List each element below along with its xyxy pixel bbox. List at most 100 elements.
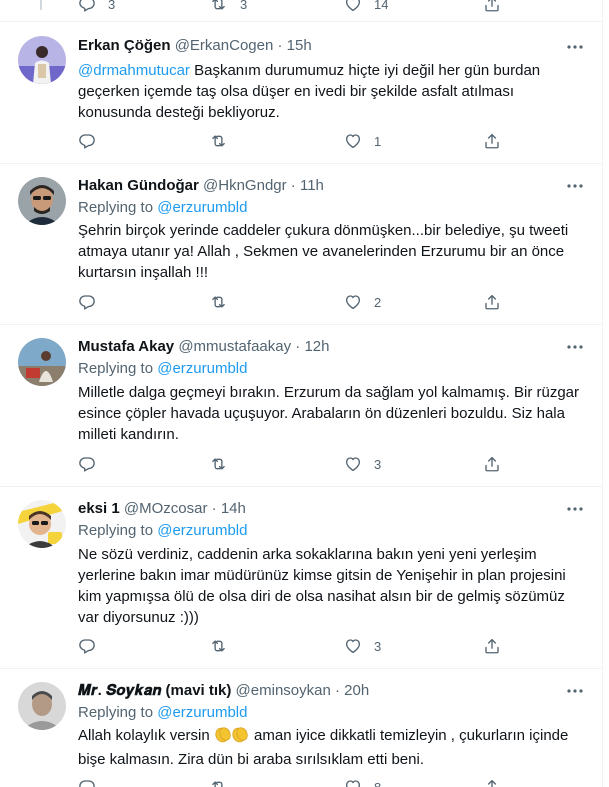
reply-icon bbox=[79, 639, 95, 654]
user-handle[interactable]: @mmustafaakay bbox=[178, 338, 291, 355]
share-icon bbox=[487, 779, 497, 787]
display-name[interactable]: 𝑴𝒓. 𝑺𝒐𝒚𝒌𝒂𝒏 (mavi tık) bbox=[78, 682, 231, 699]
like-button[interactable]: 3 bbox=[344, 454, 381, 474]
separator-dot: · bbox=[335, 682, 340, 699]
avatar[interactable] bbox=[18, 338, 66, 386]
more-button[interactable] bbox=[566, 338, 584, 356]
more-icon bbox=[567, 507, 583, 511]
like-button[interactable]: 3 bbox=[344, 636, 381, 656]
share-button[interactable] bbox=[483, 131, 501, 151]
retweet-icon bbox=[212, 296, 225, 308]
display-name[interactable]: Hakan Gündoğar bbox=[78, 177, 199, 194]
tweet-text: Şehrin birçok yerinde caddeler çukura dö… bbox=[78, 222, 569, 281]
avatar[interactable] bbox=[18, 177, 66, 225]
reply-button[interactable] bbox=[78, 292, 108, 312]
share-icon bbox=[485, 294, 499, 310]
display-name[interactable]: eksi 1 bbox=[78, 500, 120, 517]
replying-to-link[interactable]: @erzurumbld bbox=[157, 704, 247, 721]
replying-to-link[interactable]: @erzurumbld bbox=[157, 360, 247, 377]
more-button[interactable] bbox=[566, 500, 584, 518]
user-handle[interactable]: @MOzcosar bbox=[124, 500, 208, 517]
tweet-time[interactable]: 12h bbox=[304, 338, 329, 355]
separator-dot: · bbox=[211, 500, 217, 517]
replying-to-link[interactable]: @erzurumbld bbox=[157, 522, 247, 539]
retweet-button[interactable] bbox=[209, 292, 240, 312]
tweet[interactable]: 𝑴𝒓. 𝑺𝒐𝒚𝒌𝒂𝒏 (mavi tık) @eminsoykan · 20h … bbox=[0, 669, 602, 787]
more-icon bbox=[567, 184, 583, 188]
user-handle[interactable]: @HknGndgr bbox=[203, 177, 287, 194]
like-count: 3 bbox=[374, 456, 382, 472]
avatar[interactable] bbox=[18, 682, 66, 730]
like-count: 8 bbox=[374, 779, 382, 787]
tweet[interactable]: Hakan Gündoğar @HknGndgr · 11h Replying … bbox=[0, 164, 602, 324]
replying-to-link[interactable]: @erzurumbld bbox=[157, 199, 247, 216]
like-button[interactable]: 2 bbox=[344, 292, 381, 312]
like-button[interactable]: 1 bbox=[344, 131, 381, 151]
display-name[interactable]: Erkan Çöğen bbox=[78, 37, 171, 54]
avatar[interactable] bbox=[18, 36, 66, 84]
share-button[interactable] bbox=[483, 636, 501, 656]
retweet-button[interactable]: 3 bbox=[209, 0, 247, 14]
separator-dot: · bbox=[295, 338, 301, 355]
like-count: 1 bbox=[374, 133, 382, 149]
tweet-time[interactable]: 20h bbox=[344, 682, 369, 699]
replying-to-label: Replying to bbox=[78, 360, 158, 377]
replying-to: Replying to @erzurumbld bbox=[78, 521, 247, 541]
share-button[interactable] bbox=[483, 292, 501, 312]
display-name[interactable]: Mustafa Akay bbox=[78, 338, 174, 355]
more-button[interactable] bbox=[566, 38, 584, 56]
user-handle[interactable]: @eminsoykan bbox=[236, 682, 331, 699]
more-button[interactable] bbox=[566, 682, 584, 700]
replying-to-label: Replying to bbox=[78, 704, 158, 721]
heart-icon bbox=[345, 295, 361, 310]
thread-line bbox=[40, 0, 42, 10]
action-bar: 3 bbox=[78, 636, 508, 656]
more-button[interactable] bbox=[566, 177, 584, 195]
retweet-count: 3 bbox=[240, 0, 248, 12]
reply-button[interactable] bbox=[78, 777, 96, 787]
reply-button[interactable] bbox=[78, 636, 108, 656]
heart-icon bbox=[345, 639, 361, 654]
heart-icon bbox=[345, 780, 361, 787]
action-bar: 3 bbox=[78, 454, 508, 474]
replying-to: Replying to @erzurumbld bbox=[78, 359, 247, 379]
share-button[interactable] bbox=[483, 454, 501, 474]
retweet-button[interactable] bbox=[209, 131, 240, 151]
retweet-button[interactable] bbox=[209, 777, 228, 787]
mention-link[interactable]: @drmahmutucar bbox=[78, 62, 190, 79]
like-button[interactable]: 8 bbox=[344, 777, 381, 787]
more-icon bbox=[567, 45, 583, 49]
tweet[interactable]: Mustafa Akay @mmustafaakay · 12h Replyin… bbox=[0, 325, 602, 486]
replying-to-label: Replying to bbox=[78, 199, 158, 216]
like-button[interactable]: 14 bbox=[344, 0, 388, 14]
tweet[interactable]: Erkan Çöğen @ErkanCogen · 15h @drmahmutu… bbox=[0, 22, 602, 163]
retweet-button[interactable] bbox=[209, 636, 240, 656]
avatar[interactable] bbox=[18, 500, 66, 548]
heart-icon bbox=[345, 134, 361, 149]
replying-to: Replying to @erzurumbld bbox=[78, 703, 247, 723]
tweet-text: @drmahmutucar Başkanım durumumuz hiçte i… bbox=[78, 60, 583, 123]
tweet-time[interactable]: 15h bbox=[287, 37, 312, 54]
retweet-icon bbox=[212, 458, 225, 470]
tweet[interactable]: eksi 1 @MOzcosar · 14h Replying to @erzu… bbox=[0, 487, 602, 668]
retweet-icon bbox=[212, 781, 223, 787]
tweet-time[interactable]: 14h bbox=[221, 500, 246, 517]
reply-button[interactable] bbox=[78, 454, 108, 474]
heart-icon bbox=[345, 0, 361, 12]
tweet-header: Hakan Gündoğar @HknGndgr · 11h bbox=[78, 176, 324, 196]
reply-icon bbox=[79, 134, 95, 149]
retweet-icon bbox=[212, 0, 225, 10]
share-button[interactable] bbox=[483, 777, 501, 787]
reply-button[interactable]: 3 bbox=[78, 0, 115, 14]
separator-dot: · bbox=[290, 177, 296, 194]
tweet-text: Milletle dalga geçmeyi bırakın. Erzurum … bbox=[78, 384, 580, 443]
user-handle[interactable]: @ErkanCogen bbox=[175, 37, 274, 54]
reply-button[interactable] bbox=[78, 131, 108, 151]
tweet-header: Mustafa Akay @mmustafaakay · 12h bbox=[78, 337, 329, 357]
replying-to-label: Replying to bbox=[78, 522, 158, 539]
more-icon bbox=[567, 689, 583, 693]
tweet-time[interactable]: 11h bbox=[300, 177, 324, 194]
action-bar: 1 bbox=[78, 131, 508, 151]
retweet-button[interactable] bbox=[209, 454, 240, 474]
share-button[interactable] bbox=[483, 0, 501, 14]
